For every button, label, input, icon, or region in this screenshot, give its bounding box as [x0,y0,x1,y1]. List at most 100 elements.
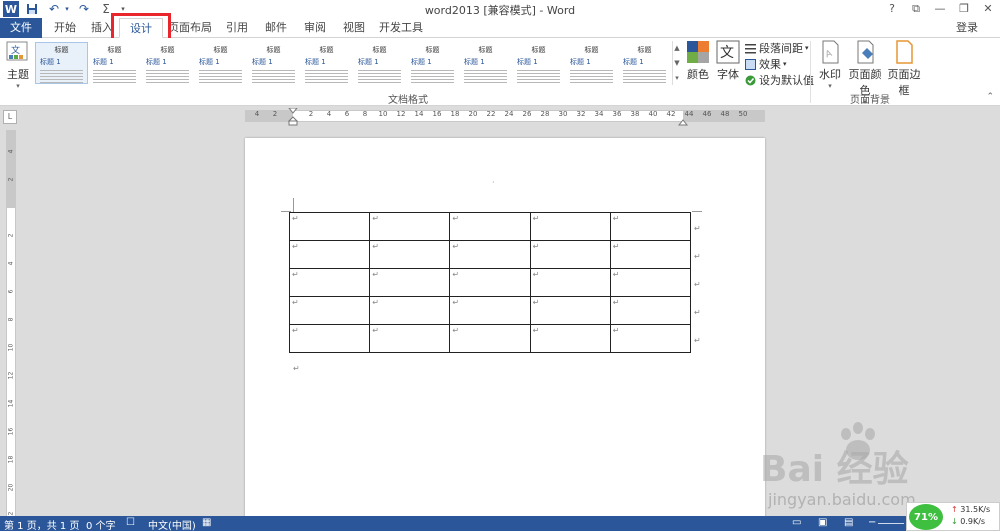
watermark-button[interactable]: A 水印 ▾ [816,40,844,90]
ruler-tick-label: 18 [450,110,460,118]
table-cell[interactable]: ↵ [288,324,371,353]
zoom-slider[interactable] [878,523,904,524]
style-set-thumbnail[interactable]: 标题 标题 1 [618,42,671,84]
page-count[interactable]: 第 1 页，共 1 页 [4,517,79,531]
table-cell[interactable]: ↵ [369,268,451,297]
vertical-ruler-tick-label: 8 [7,317,15,322]
proofing-icon[interactable]: ☐ [126,517,135,528]
page-color-icon [852,40,878,66]
table-cell[interactable]: ↵ [288,268,371,297]
ribbon-display-button[interactable]: ⧉ [904,0,928,18]
tab-mailings[interactable]: 邮件 [261,18,291,38]
tab-file[interactable]: 文件 [0,18,42,38]
tab-page-layout[interactable]: 页面布局 [167,18,213,38]
page-borders-icon [891,40,917,66]
effects-button[interactable]: 效果 ▾ [745,57,787,71]
table-cell[interactable]: ↵ [529,296,611,325]
style-set-thumbnail[interactable]: 标题 标题 1 [512,42,565,84]
document-table[interactable]: ↵ ↵ ↵ ↵ ↵ ↵ ↵ ↵ ↵ ↵ ↵ ↵ ↵ ↵ ↵ ↵ ↵ ↵ ↵ ↵ ↵ ↵ ↵ ↵ ↵ [288,212,692,353]
page-borders-button[interactable]: 页面边框 [885,40,923,98]
right-indent-marker-icon[interactable] [678,118,688,126]
style-set-subtitle: 标题 1 [623,58,644,66]
tab-developer[interactable]: 开发工具 [378,18,424,38]
table-cell[interactable]: ↵ [609,296,692,325]
table-cell[interactable]: ↵ [288,296,371,325]
table-cell[interactable]: ↵ [529,324,611,353]
document-page[interactable]: · ↵ ↵ ↵ ↵ ↵ ↵ ↵ ↵ ↵ ↵ ↵ ↵ ↵ ↵ ↵ ↵ ↵ ↵ ↵ ↵ ↵ ↵ ↵ ↵ ↵ ↵ ↵ ↵ ↵ ↵ ↵ [245,138,765,518]
style-set-title: 标题 [478,46,493,54]
network-percent: 71% [909,504,943,530]
login-link[interactable]: 登录 [956,18,978,37]
set-as-default-button[interactable]: 设为默认值 [745,73,814,87]
tab-view[interactable]: 视图 [339,18,369,38]
table-cell[interactable]: ↵ [529,240,611,269]
table-cell[interactable]: ↵ [449,240,531,269]
zoom-out-icon[interactable]: − [868,517,876,528]
table-cell[interactable]: ↵ [609,212,692,241]
style-set-thumbnail[interactable]: 标题 标题 1 [141,42,194,84]
style-set-thumbnail[interactable]: 标题 标题 1 [406,42,459,84]
restore-button[interactable]: ❐ [952,0,976,18]
fonts-button[interactable]: 文 字体 [714,40,742,82]
paragraph-spacing-button[interactable]: 段落间距 ▾ [745,41,809,55]
word-count[interactable]: 0 个字 [86,517,116,531]
gallery-down-icon[interactable]: ▼ [674,59,679,67]
gallery-scroll[interactable]: ▲ ▼ ▾ [672,41,681,85]
style-set-thumbnail[interactable]: 标题 标题 1 [35,42,88,84]
ruler-tick-label: 42 [666,110,676,118]
tab-review[interactable]: 审阅 [300,18,330,38]
vertical-ruler-tick-label: 2 [7,233,15,238]
tab-stop-selector[interactable]: L [3,110,17,124]
table-cell[interactable]: ↵ [609,268,692,297]
table-cell[interactable]: ↵ [369,324,451,353]
table-cell[interactable]: ↵ [609,324,692,353]
themes-button[interactable]: 文 主题 ▾ [4,40,32,90]
table-cell[interactable]: ↵ [449,212,531,241]
style-set-thumbnail[interactable]: 标题 标题 1 [459,42,512,84]
ruler-tick-label: 10 [378,110,388,118]
macro-icon[interactable]: ▦ [202,517,211,528]
table-cell[interactable]: ↵ [369,212,451,241]
group-label-doc-format: 文档格式 [388,95,428,106]
gallery-more-icon[interactable]: ▾ [675,74,679,82]
vertical-ruler[interactable]: 42246810121416182022 [6,130,16,520]
table-cell[interactable]: ↵ [449,296,531,325]
style-set-thumbnail[interactable]: 标题 标题 1 [88,42,141,84]
ribbon: 文 主题 ▾ 标题 标题 1 标题 标题 1 标题 标题 1 标题 标题 1 标题 标题 1 标题标… [0,38,1000,106]
style-set-title: 标题 [319,46,334,54]
ruler-tick-label: 12 [396,110,406,118]
style-set-thumbnail[interactable]: 标题 标题 1 [194,42,247,84]
colors-button[interactable]: 颜色 [684,40,712,82]
print-layout-icon[interactable]: ▣ [818,517,827,528]
style-set-thumbnail[interactable]: 标题 标题 1 [247,42,300,84]
style-set-thumbnail[interactable]: 标题 标题 1 [353,42,406,84]
table-cell[interactable]: ↵ [609,240,692,269]
table-cell[interactable]: ↵ [288,212,371,241]
style-set-subtitle: 标题 1 [570,58,591,66]
upload-arrow-icon: ↑ [951,505,961,514]
table-cell[interactable]: ↵ [449,324,531,353]
horizontal-ruler[interactable]: 4 2 2 4 6 8 10 12 14 16 18 20 22 24 26 28 30 32 34 36 38 40 42… [245,108,765,126]
table-cell[interactable]: ↵ [288,240,371,269]
table-cell[interactable]: ↵ [449,268,531,297]
read-mode-icon[interactable]: ▭ [792,517,801,528]
window-controls: ? ⧉ — ❐ ✕ [880,0,1000,18]
gallery-up-icon[interactable]: ▲ [674,44,679,52]
tab-home[interactable]: 开始 [48,18,82,38]
table-cell[interactable]: ↵ [529,212,611,241]
style-set-thumbnail[interactable]: 标题 标题 1 [565,42,618,84]
table-cell[interactable]: ↵ [369,240,451,269]
indent-marker-icon[interactable] [288,108,298,126]
collapse-ribbon-icon[interactable]: ⌃ [986,92,994,102]
tab-references[interactable]: 引用 [222,18,252,38]
table-cell[interactable]: ↵ [529,268,611,297]
network-speed-widget[interactable]: 71% ↑ 31.5K/s ↓ 0.9K/s [906,502,1000,531]
table-cell[interactable]: ↵ [369,296,451,325]
language-indicator[interactable]: 中文(中国) [148,517,196,531]
style-set-thumbnail[interactable]: 标题 标题 1 [300,42,353,84]
minimize-button[interactable]: — [928,0,952,18]
close-button[interactable]: ✕ [976,0,1000,18]
help-button[interactable]: ? [880,0,904,18]
web-layout-icon[interactable]: ▤ [844,517,853,528]
style-set-subtitle: 标题 1 [40,58,61,66]
